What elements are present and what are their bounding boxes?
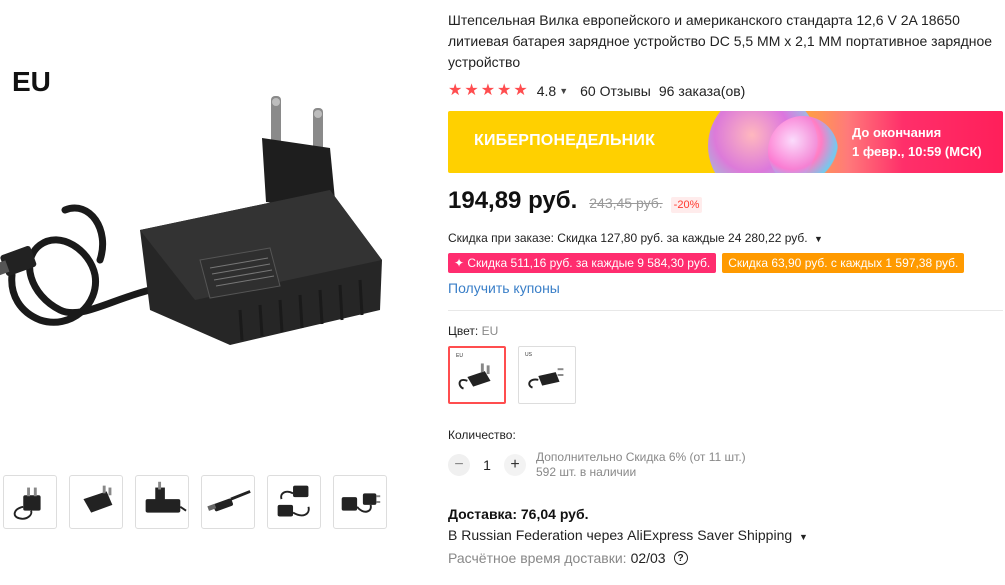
adapter-side-icon bbox=[83, 485, 113, 513]
color-selected-value: EU bbox=[481, 324, 499, 338]
shipping-method-text: В Russian Federation через AliExpress Sa… bbox=[448, 527, 793, 543]
product-gallery: EU bbox=[0, 0, 400, 585]
price-row: 194,89 руб. 243,45 руб. -20% bbox=[448, 187, 1003, 215]
order-discount-text: Скидка при заказе: Скидка 127,80 руб. за… bbox=[448, 231, 808, 245]
chevron-down-icon: ▼ bbox=[799, 532, 808, 542]
color-option-us[interactable]: US bbox=[518, 346, 576, 404]
orders-count: 96 заказа(ов) bbox=[658, 83, 746, 99]
bulk-discount-text: Дополнительно Скидка 6% (от 11 шт.) bbox=[536, 450, 746, 464]
charger-eu-illustration bbox=[0, 96, 382, 345]
rating-row: ★ ★ ★ ★ ★ 4.8 ▼ 60 Отзывы 96 заказа(ов) bbox=[448, 83, 1003, 100]
adapter-us-icon bbox=[341, 493, 381, 513]
delivery-estimate: Расчётное время доставки: 02/03 ? bbox=[448, 550, 1003, 566]
product-info: Штепсельная Вилка европейского и америка… bbox=[448, 10, 1003, 566]
thumbnail-3[interactable] bbox=[135, 475, 189, 529]
quantity-label: Количество: bbox=[448, 428, 516, 442]
old-price: 243,45 руб. bbox=[589, 195, 663, 211]
promo-until-label: До окончания bbox=[852, 125, 942, 140]
thumbnail-strip bbox=[0, 475, 387, 529]
thumbnail-2[interactable] bbox=[69, 475, 123, 529]
discount-badge: -20% bbox=[670, 197, 703, 213]
rating-value[interactable]: 4.8 bbox=[537, 83, 556, 99]
promo-decoration bbox=[768, 116, 838, 173]
reviews-link[interactable]: 60 Отзывы bbox=[580, 83, 651, 99]
star-icon: ★ bbox=[497, 82, 512, 99]
color-label: Цвет: EU bbox=[448, 324, 1003, 338]
promo-banner[interactable]: КИБЕРПОНЕДЕЛЬНИК До окончания 1 февр., 1… bbox=[448, 111, 1003, 173]
delivery-estimate-label: Расчётное время доставки: bbox=[448, 550, 627, 566]
star-icon: ★ bbox=[448, 82, 463, 99]
adapter-pair-icon bbox=[277, 485, 310, 517]
stock-count: 592 шт. в наличии bbox=[536, 465, 637, 479]
promo-countdown: До окончания 1 февр., 10:59 (МСК) bbox=[852, 123, 982, 161]
color-option-eu[interactable]: EU bbox=[448, 346, 506, 404]
discount-chips: ✦ Скидка 511,16 руб. за каждые 9 584,30 … bbox=[448, 253, 1003, 273]
current-price: 194,89 руб. bbox=[448, 187, 578, 214]
adapter-back-icon bbox=[145, 481, 187, 513]
promo-title: КИБЕРПОНЕДЕЛЬНИК bbox=[474, 132, 656, 149]
promo-until-value: 1 февр., 10:59 (МСК) bbox=[852, 144, 982, 159]
star-icon: ★ bbox=[480, 82, 496, 99]
rating-stars: ★ ★ ★ ★ ★ bbox=[448, 83, 528, 99]
help-icon[interactable]: ? bbox=[673, 551, 688, 565]
thumbnail-4[interactable] bbox=[201, 475, 255, 529]
thumbnail-1[interactable] bbox=[3, 475, 57, 529]
main-product-image[interactable] bbox=[0, 60, 400, 390]
color-options: EU US bbox=[448, 346, 1003, 404]
chevron-down-icon[interactable]: ▼ bbox=[559, 86, 568, 96]
thumbnail-6[interactable] bbox=[333, 475, 387, 529]
divider bbox=[448, 310, 1003, 311]
store-discount-chip[interactable]: ✦ Скидка 511,16 руб. за каждые 9 584,30 … bbox=[448, 253, 717, 273]
delivery-cost: Доставка: 76,04 руб. bbox=[448, 506, 589, 522]
get-coupons-link[interactable]: Получить купоны bbox=[448, 280, 1003, 296]
color-label-text: Цвет: bbox=[448, 324, 479, 338]
delivery-estimate-date: 02/03 bbox=[630, 550, 666, 566]
dc-plug-icon bbox=[207, 490, 251, 512]
thumbnail-5[interactable] bbox=[267, 475, 321, 529]
swatch-caption: EU bbox=[456, 353, 463, 359]
shipping-method[interactable]: В Russian Federation через AliExpress Sa… bbox=[448, 527, 1003, 543]
product-title: Штепсельная Вилка европейского и америка… bbox=[448, 12, 993, 70]
stock-info: Дополнительно Скидка 6% (от 11 шт.) 592 … bbox=[536, 450, 746, 480]
order-discount[interactable]: Скидка при заказе: Скидка 127,80 руб. за… bbox=[448, 231, 1003, 245]
chevron-down-icon: ▼ bbox=[814, 234, 823, 244]
quantity-stepper: − 1 + Дополнительно Скидка 6% (от 11 шт.… bbox=[448, 450, 1003, 480]
swatch-caption: US bbox=[525, 352, 532, 358]
star-icon: ★ bbox=[464, 82, 479, 99]
quantity-value[interactable]: 1 bbox=[470, 457, 504, 473]
star-icon: ★ bbox=[513, 82, 528, 99]
adapter-eu-icon bbox=[13, 487, 41, 520]
select-discount-chip[interactable]: Скидка 63,90 руб. с каждых 1 597,38 руб. bbox=[722, 253, 965, 273]
quantity-increase-button[interactable]: + bbox=[504, 454, 526, 476]
quantity-decrease-button[interactable]: − bbox=[448, 454, 470, 476]
